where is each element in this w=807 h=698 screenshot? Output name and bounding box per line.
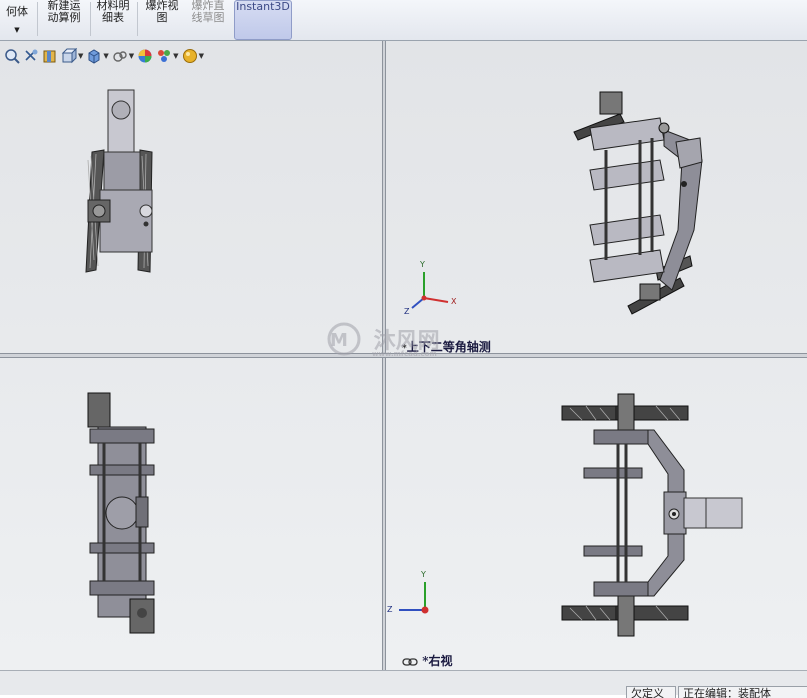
front-view-model[interactable] <box>60 80 180 280</box>
ribbon-button-label: Instant3D <box>236 0 290 13</box>
isometric-view-model[interactable] <box>560 80 720 330</box>
dropdown-arrow-icon[interactable]: ▼ <box>173 52 178 60</box>
ribbon-button-label-line2: 图 <box>156 11 168 24</box>
ribbon-separator <box>37 2 38 36</box>
dropdown-arrow-icon[interactable]: ▼ <box>103 52 108 60</box>
view-orientation-icon[interactable] <box>61 47 78 64</box>
watermark: M 沐风网 www.mfcad.com <box>320 322 440 358</box>
command-manager-ribbon: 何体 ▼ 新建运 动算例 材料明 细表 爆炸视 图 爆炸直 线草图 Instan… <box>0 0 807 41</box>
view-link-icon <box>402 657 418 666</box>
ribbon-button-explode-line-sketch[interactable]: 爆炸直 线草图 <box>186 0 230 38</box>
dropdown-arrow-icon: ▼ <box>14 26 20 34</box>
dropdown-arrow-icon[interactable]: ▼ <box>129 52 134 60</box>
axis-triad-isometric: Y X Z <box>400 260 470 322</box>
watermark-logo-icon: M <box>327 322 361 356</box>
axis-triad-right-view: Y Z <box>385 570 445 620</box>
dropdown-arrow-icon[interactable]: ▼ <box>78 52 83 60</box>
right-view-model[interactable] <box>556 390 756 640</box>
display-style-icon[interactable] <box>86 48 102 64</box>
previous-view-icon[interactable] <box>23 48 39 64</box>
cylinder-shaft-shape <box>683 497 743 529</box>
ribbon-button-exploded-view[interactable]: 爆炸视 图 <box>140 0 184 38</box>
zoom-to-fit-icon[interactable] <box>4 48 20 64</box>
dropdown-arrow-icon[interactable]: ▼ <box>199 52 204 60</box>
ribbon-button-new-motion-study[interactable]: 新建运 动算例 <box>40 0 88 38</box>
status-definition: 欠定义 <box>626 686 676 698</box>
axis-y-label: Y <box>420 260 425 269</box>
watermark-url: www.mfcad.com <box>372 350 437 358</box>
ribbon-button-label-line2: 线草图 <box>191 11 225 24</box>
ribbon-separator <box>137 2 138 36</box>
view-settings-icon[interactable] <box>182 48 198 64</box>
ribbon-button-instant3d[interactable]: Instant3D <box>234 0 292 40</box>
heads-up-view-toolbar: ▼ ▼ ▼ ▼ ▼ <box>4 46 204 66</box>
top-nut-shape <box>617 393 635 435</box>
clamp-neck-shape <box>103 151 141 191</box>
status-editing-mode: 正在编辑：装配体 <box>678 686 807 698</box>
top-nut-shape <box>599 91 623 115</box>
axis-y-label: Y <box>421 570 426 579</box>
cylinder-boss-shape <box>675 137 703 169</box>
ribbon-button-label-line2: 细表 <box>102 11 124 24</box>
ribbon-separator <box>90 2 91 36</box>
shaft-hole-shape <box>111 100 131 120</box>
ribbon-button-label: 何体 <box>6 5 28 18</box>
status-bar: 欠定义 正在编辑：装配体 <box>0 670 807 698</box>
axis-z-label: Z <box>387 605 393 614</box>
cylinder-circle-shape <box>105 496 139 530</box>
axis-z-label: Z <box>404 307 410 316</box>
edit-appearance-icon[interactable] <box>137 48 153 64</box>
axis-x-label: X <box>451 297 457 306</box>
top-plate-shape <box>89 428 155 444</box>
svg-text:M: M <box>330 330 348 351</box>
ribbon-button-label-line2: 动算例 <box>47 11 81 24</box>
viewport-label-right[interactable]: *右视 <box>402 652 452 669</box>
apply-scene-icon[interactable] <box>156 48 172 64</box>
top-view-model[interactable] <box>70 385 180 640</box>
cylinder-shaft-shape <box>107 89 135 153</box>
ribbon-button-geometry[interactable]: 何体 ▼ <box>0 0 34 38</box>
top-plate-shape <box>593 429 649 445</box>
hide-show-items-icon[interactable] <box>112 48 128 64</box>
section-view-icon[interactable] <box>42 48 58 64</box>
top-nut-shape <box>87 392 111 428</box>
ribbon-button-bill-of-materials[interactable]: 材料明 细表 <box>92 0 134 38</box>
